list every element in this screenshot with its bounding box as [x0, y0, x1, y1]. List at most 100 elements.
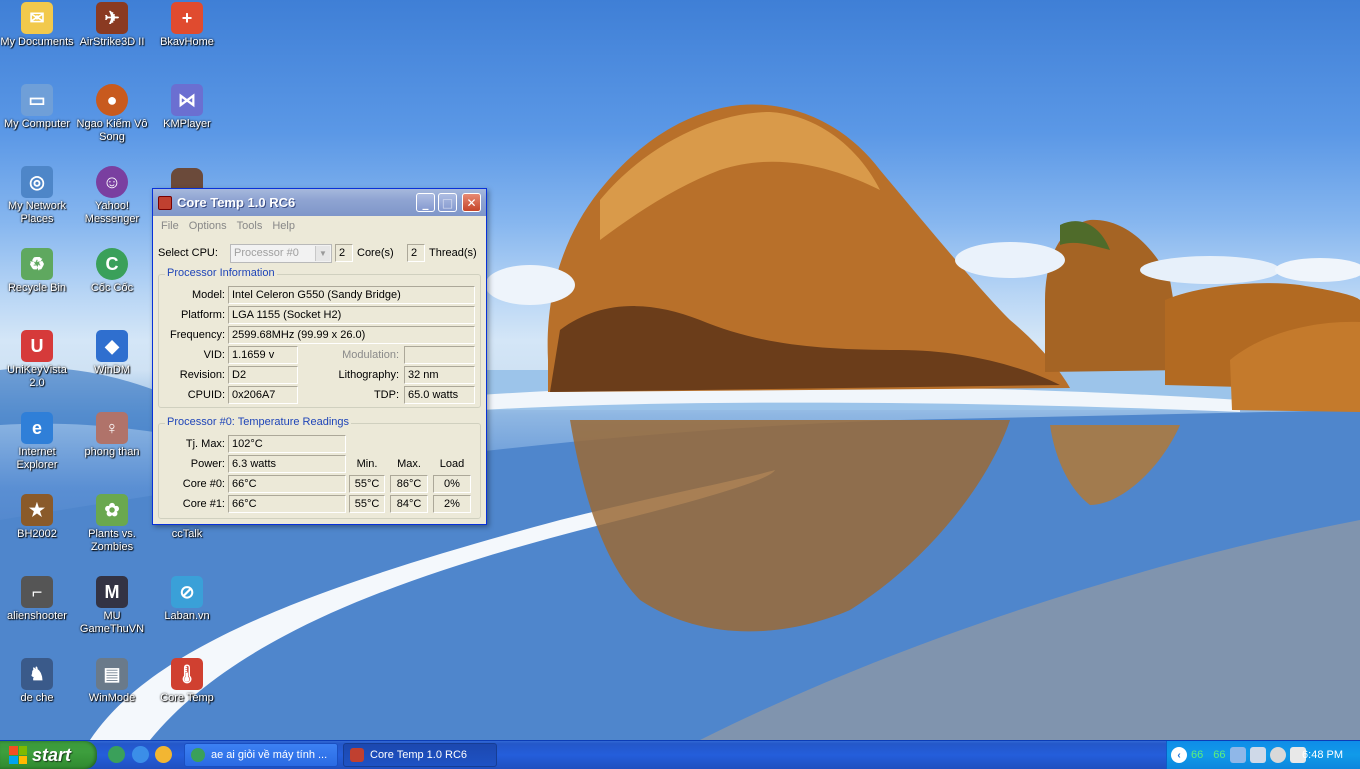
platform-label: Platform: — [180, 309, 225, 321]
core-1-min: 55°C — [349, 495, 385, 513]
taskbar-task-browser[interactable]: ae ai giỏi về máy tính ... — [184, 743, 338, 767]
cpuid-label: CPUID: — [187, 389, 225, 401]
menu-help[interactable]: Help — [272, 220, 295, 232]
menu-options[interactable]: Options — [189, 220, 227, 232]
character-portrait-icon: ♀ — [96, 412, 128, 444]
select-cpu-row: Select CPU: Processor #0 ▼ 2 Core(s) 2 T… — [153, 244, 486, 264]
threads-label: Thread(s) — [429, 247, 477, 259]
mu-game-icon: M — [96, 576, 128, 608]
load-column-header: Load — [439, 458, 465, 470]
start-label: start — [32, 744, 72, 765]
kmplayer-icon: ⋈ — [171, 84, 203, 116]
cpu-select-dropdown[interactable]: Processor #0 ▼ — [230, 244, 332, 263]
vid-value: 1.1659 v — [228, 346, 298, 364]
model-value: Intel Celeron G550 (Sandy Bridge) — [228, 286, 475, 304]
desktop-icon-de-che[interactable]: ♞ de che — [0, 658, 75, 705]
core-temp-app-icon — [350, 748, 364, 762]
start-button[interactable]: start — [0, 741, 97, 769]
desktop-icon-yahoo-messenger[interactable]: ☺ Yahoo! Messenger — [74, 166, 150, 226]
unikey-icon: U — [21, 330, 53, 362]
desktop-icon-windm[interactable]: ◆ WinDM — [74, 330, 150, 377]
min-column-header: Min. — [356, 458, 378, 470]
select-cpu-label: Select CPU: — [158, 247, 218, 259]
coccoc-browser-icon — [191, 748, 205, 762]
core-temp-app-icon[interactable] — [158, 195, 172, 210]
taskbar: start ae ai giỏi về máy tính ... Core Te… — [0, 740, 1360, 769]
tray-network-icon[interactable] — [1229, 747, 1246, 763]
taskbar-task-browser-label: ae ai giỏi về máy tính ... — [211, 749, 328, 761]
taskbar-task-core-temp[interactable]: Core Temp 1.0 RC6 — [343, 743, 497, 767]
desktop-icon-winmode[interactable]: ▤ WinMode — [74, 658, 150, 705]
desktop-icon-airstrike[interactable]: ✈ AirStrike3D II — [74, 2, 150, 49]
desktop-icon-cctalk[interactable]: ccTalk — [149, 528, 225, 541]
network-icon: ◎ — [21, 166, 53, 198]
desktop-icon-kmplayer[interactable]: ⋈ KMPlayer — [149, 84, 225, 131]
quicklaunch-coccoc-icon[interactable] — [108, 746, 125, 763]
desktop-icon-alienshooter[interactable]: ⌐ alienshooter — [0, 576, 75, 623]
desktop-icon-mu[interactable]: M MU GameThuVN — [74, 576, 150, 636]
core-1-max: 84°C — [390, 495, 428, 513]
maximize-button[interactable]: □ — [438, 193, 457, 212]
close-button[interactable]: ✕ — [462, 193, 481, 212]
quicklaunch-smiley-icon[interactable] — [155, 746, 172, 763]
menu-tools[interactable]: Tools — [237, 220, 263, 232]
window-titlebar[interactable]: Core Temp 1.0 RC6 _ □ ✕ — [153, 189, 486, 216]
cpuid-value: 0x206A7 — [228, 386, 298, 404]
thermometer-icon: 🌡 — [171, 658, 203, 690]
desktop-icon-core-temp[interactable]: 🌡 Core Temp — [149, 658, 225, 705]
core-0-load: 0% — [433, 475, 471, 493]
desktop-icon-my-computer[interactable]: ▭ My Computer — [0, 84, 75, 131]
menu-bar: File Options Tools Help — [153, 216, 486, 236]
internet-explorer-icon: e — [21, 412, 53, 444]
desktop-icon-internet-explorer[interactable]: e Internet Explorer — [0, 412, 75, 472]
core-1-label: Core #1: — [182, 498, 225, 510]
desktop-icon-my-documents[interactable]: ✉ My Documents — [0, 2, 75, 49]
desktop-icon-ngao-kiem[interactable]: ● Ngao Kiếm Vô Song — [74, 84, 150, 144]
core-1-load: 2% — [433, 495, 471, 513]
minimize-button[interactable]: _ — [416, 193, 435, 212]
desktop-icon-laban[interactable]: ⊘ Laban.vn — [149, 576, 225, 623]
tray-core-temp-1[interactable]: 66 — [1213, 749, 1225, 761]
diamond-icon: ◆ — [96, 330, 128, 362]
lithography-value: 32 nm — [404, 366, 475, 384]
desktop-icon-coccoc[interactable]: C Cốc Cốc — [74, 248, 150, 295]
cores-count: 2 — [335, 244, 353, 262]
core-1-temp: 66°C — [228, 495, 346, 513]
desktop-icon-bkavhome[interactable]: + BkavHome — [149, 2, 225, 49]
compass-icon: ⊘ — [171, 576, 203, 608]
frequency-value: 2599.68MHz (99.99 x 26.0) — [228, 326, 475, 344]
window-title: Core Temp 1.0 RC6 — [177, 195, 296, 210]
tray-clock[interactable]: 6:48 PM — [1302, 749, 1343, 761]
processor-information-title: Processor Information — [165, 267, 277, 279]
tray-core-temp-0[interactable]: 66 — [1191, 749, 1203, 761]
system-tray: ‹ 66 66 6:48 PM — [1166, 741, 1360, 769]
desktop-icon-phong-than[interactable]: ♀ phong than — [74, 412, 150, 459]
bkav-shield-icon: + — [171, 2, 203, 34]
airstrike-icon: ✈ — [96, 2, 128, 34]
menu-file[interactable]: File — [161, 220, 179, 232]
desktop-icon-bh2002[interactable]: ★ BH2002 — [0, 494, 75, 541]
tjmax-value: 102°C — [228, 435, 346, 453]
taskbar-task-core-temp-label: Core Temp 1.0 RC6 — [370, 749, 468, 761]
tray-messenger-icon[interactable] — [1269, 747, 1286, 763]
desktop-icon-plants-vs-zombies[interactable]: ✿ Plants vs. Zombies — [74, 494, 150, 554]
threads-count: 2 — [407, 244, 425, 262]
desktop-icon-network-places[interactable]: ◎ My Network Places — [0, 166, 75, 226]
lithography-label: Lithography: — [338, 369, 399, 381]
cpu-select-value: Processor #0 — [234, 247, 299, 259]
modulation-label: Modulation: — [342, 349, 399, 361]
modulation-value — [404, 346, 475, 364]
recycle-bin-icon: ♻ — [21, 248, 53, 280]
windows-stack-icon: ▤ — [96, 658, 128, 690]
show-hidden-icons-chevron-icon[interactable]: ‹ — [1171, 747, 1187, 763]
quicklaunch-internet-explorer-icon[interactable] — [132, 746, 149, 763]
game-character-icon: ♞ — [21, 658, 53, 690]
tray-display-icon[interactable] — [1249, 747, 1266, 763]
desktop-icon-recycle-bin[interactable]: ♻ Recycle Bin — [0, 248, 75, 295]
core-0-max: 86°C — [390, 475, 428, 493]
desktop-icon-unikey[interactable]: U UniKeyVista 2.0 — [0, 330, 75, 390]
revision-label: Revision: — [179, 369, 225, 381]
max-column-header: Max. — [397, 458, 421, 470]
hidden-desktop-icon-peek — [171, 168, 203, 188]
gun-icon: ⌐ — [21, 576, 53, 608]
